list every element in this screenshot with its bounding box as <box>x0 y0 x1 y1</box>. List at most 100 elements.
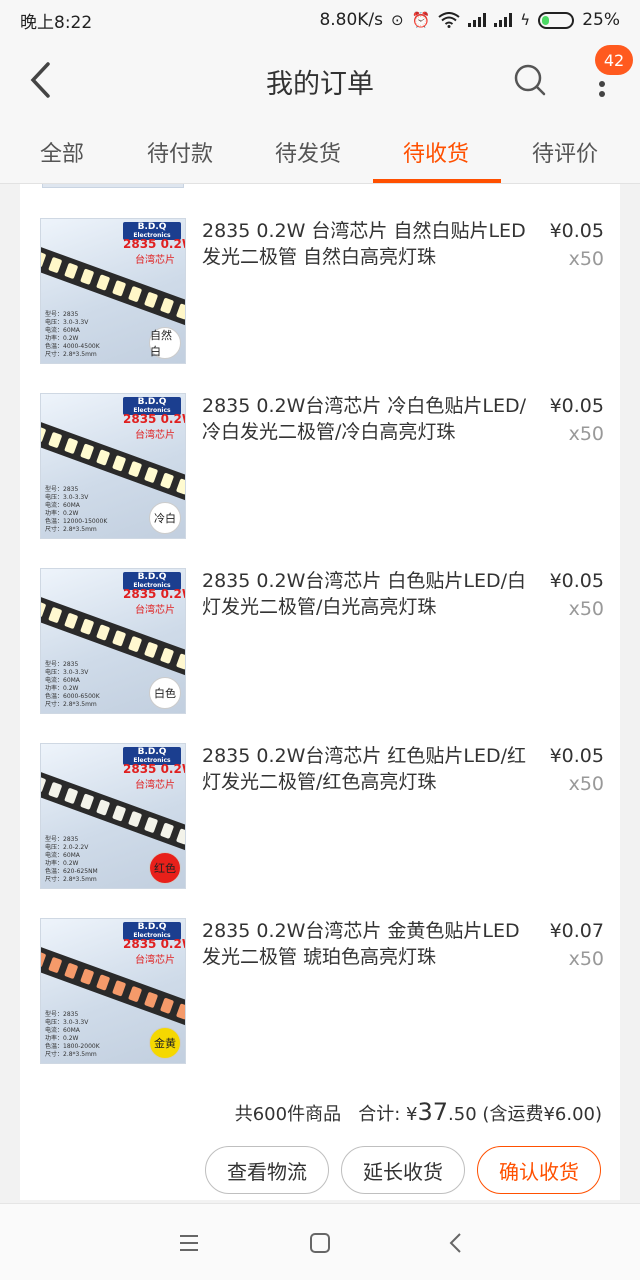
spec-line: 尺寸：2.8*3.5mm <box>45 351 97 358</box>
spec-line: 电压：3.0-3.3V <box>45 494 89 501</box>
order-item[interactable]: B.D.QElectronics2835 0.2W台湾芯片型号：2835电压：3… <box>20 359 620 539</box>
product-model: 2835 0.2W <box>123 237 185 251</box>
led-chip <box>128 635 143 653</box>
product-quantity: x50 <box>568 598 604 620</box>
tab-pending-shipment[interactable]: 待发货 <box>275 136 341 168</box>
led-chip <box>128 460 143 478</box>
spec-line: 电压：3.0-3.3V <box>45 319 89 326</box>
system-back-button[interactable] <box>440 1228 470 1258</box>
product-thumbnail[interactable]: B.D.QElectronics2835 0.2W台湾芯片型号：2835电压：3… <box>40 218 186 364</box>
total-dec: .50 <box>448 1104 477 1125</box>
total-int: 37 <box>417 1098 449 1126</box>
color-tag: 白色 <box>149 677 181 709</box>
spec-line: 型号：2835 <box>45 661 79 668</box>
menu-icon <box>180 1235 198 1251</box>
spec-line: 型号：2835 <box>45 486 79 493</box>
extend-receipt-button[interactable]: 延长收货 <box>341 1146 465 1194</box>
wifi-icon <box>438 12 460 28</box>
led-chip <box>112 805 127 822</box>
led-chip <box>128 985 143 1003</box>
search-button[interactable] <box>510 60 550 100</box>
product-title[interactable]: 2835 0.2W 台湾芯片 自然白贴片LED 发光二极管 自然白高亮灯珠 <box>202 218 532 270</box>
led-chip <box>64 262 79 280</box>
spec-line: 尺寸：2.8*3.5mm <box>45 876 97 883</box>
led-chip <box>143 816 159 834</box>
tab-pending-review[interactable]: 待评价 <box>532 136 598 168</box>
tab-all[interactable]: 全部 <box>40 136 84 168</box>
color-tag: 金黄 <box>149 1027 181 1059</box>
led-chip <box>48 781 63 799</box>
product-title[interactable]: 2835 0.2W台湾芯片 白色贴片LED/白灯发光二极管/白光高亮灯珠 <box>202 568 532 620</box>
spec-line: 电流：60MA <box>45 852 80 859</box>
spec-line: 电流：60MA <box>45 1027 80 1034</box>
spec-line: 电压：3.0-3.3V <box>45 1019 89 1026</box>
led-chip <box>112 630 127 647</box>
home-button[interactable] <box>305 1228 335 1258</box>
color-tag: 红色 <box>149 852 181 884</box>
order-item[interactable]: B.D.QElectronics2835 0.2W台湾芯片型号：2835电压：3… <box>20 184 620 364</box>
product-chip: 台湾芯片 <box>135 430 175 441</box>
product-thumbnail[interactable]: B.D.QElectronics2835 0.2W台湾芯片型号：2835电压：3… <box>40 918 186 1064</box>
product-chip: 台湾芯片 <box>135 255 175 266</box>
product-model: 2835 0.2W <box>123 412 185 426</box>
product-thumbnail[interactable]: B.D.QElectronics2835 0.2W台湾芯片型号：2835电压：3… <box>40 568 186 714</box>
product-chip: 台湾芯片 <box>135 955 175 966</box>
spec-line: 电压：3.0-3.3V <box>45 669 89 676</box>
led-chip <box>96 274 111 291</box>
product-title[interactable]: 2835 0.2W台湾芯片 冷白色贴片LED/冷白发光二极管/冷白高亮灯珠 <box>202 393 532 445</box>
spec-line: 色温：6000-6500K <box>45 693 100 700</box>
order-item[interactable]: B.D.QElectronics2835 0.2W台湾芯片型号：2835电压：3… <box>20 534 620 714</box>
tab-pending-payment[interactable]: 待付款 <box>147 136 213 168</box>
status-bar: 晚上8:22 8.80K/s ⊙ ⏰ ϟ 25% <box>0 0 640 40</box>
spec-line: 色温：1800-2000K <box>45 1043 100 1050</box>
product-price: ¥0.05 <box>549 220 604 242</box>
led-chip <box>48 956 63 974</box>
product-thumbnail[interactable]: B.D.QElectronics2835 0.2W台湾芯片型号：2835电压：3… <box>40 393 186 539</box>
product-model: 2835 0.2W <box>123 937 185 951</box>
tab-pending-receipt[interactable]: 待收货 <box>403 136 469 168</box>
product-price: ¥0.07 <box>549 920 604 942</box>
led-chip <box>175 1003 185 1020</box>
led-chip <box>48 431 63 449</box>
led-chip <box>112 455 127 472</box>
menu-button[interactable] <box>174 1228 204 1258</box>
led-chip <box>48 606 63 624</box>
product-title[interactable]: 2835 0.2W台湾芯片 红色贴片LED/红灯发光二极管/红色高亮灯珠 <box>202 743 532 795</box>
view-logistics-button[interactable]: 查看物流 <box>205 1146 329 1194</box>
led-chip <box>80 968 95 985</box>
led-chip <box>159 997 175 1015</box>
product-price: ¥0.05 <box>549 745 604 767</box>
led-chip <box>175 653 185 670</box>
order-tabs: 全部 待付款 待发货 待收货 待评价 <box>0 120 640 184</box>
search-icon <box>514 64 546 96</box>
led-chip <box>64 962 79 980</box>
led-chip <box>128 810 143 828</box>
order-summary: 共600件商品 合计: ¥37.50 (含运费¥6.00) <box>235 1098 602 1126</box>
led-chip <box>80 443 95 460</box>
product-title[interactable]: 2835 0.2W台湾芯片 金黄色贴片LED发光二极管 琥珀色高亮灯珠 <box>202 918 532 970</box>
led-chip <box>96 974 111 991</box>
led-chip <box>96 449 111 466</box>
spec-line: 型号：2835 <box>45 1011 79 1018</box>
spec-line: 电流：60MA <box>45 677 80 684</box>
order-item[interactable]: B.D.QElectronics2835 0.2W台湾芯片型号：2835电压：2… <box>20 709 620 889</box>
spec-line: 色温：4000-4500K <box>45 343 100 350</box>
led-chip <box>41 775 47 793</box>
spec-line: 电压：2.0-2.2V <box>45 844 89 851</box>
led-chip <box>96 624 111 641</box>
product-price: ¥0.05 <box>549 570 604 592</box>
led-chip <box>159 297 175 315</box>
led-chip <box>41 950 47 968</box>
product-chip: 台湾芯片 <box>135 605 175 616</box>
total-label: 合计: ¥ <box>358 1104 418 1125</box>
confirm-receipt-button[interactable]: 确认收货 <box>477 1146 601 1194</box>
product-specs: 型号：2835 电压：3.0-3.3V 电流：60MA 功率：0.2W 色温：12000… <box>45 486 107 534</box>
spec-line: 型号：2835 <box>45 311 79 318</box>
spec-line: 色温：620-625NM <box>45 868 98 875</box>
product-specs: 型号：2835 电压：3.0-3.3V 电流：60MA 功率：0.2W 色温：4000-… <box>45 311 100 359</box>
order-item[interactable]: B.D.QElectronics2835 0.2W台湾芯片型号：2835电压：3… <box>20 884 620 1064</box>
signal-icon-1 <box>468 13 487 27</box>
led-chip <box>80 618 95 635</box>
product-thumbnail[interactable]: B.D.QElectronics2835 0.2W台湾芯片型号：2835电压：2… <box>40 743 186 889</box>
battery-fill <box>542 15 550 25</box>
